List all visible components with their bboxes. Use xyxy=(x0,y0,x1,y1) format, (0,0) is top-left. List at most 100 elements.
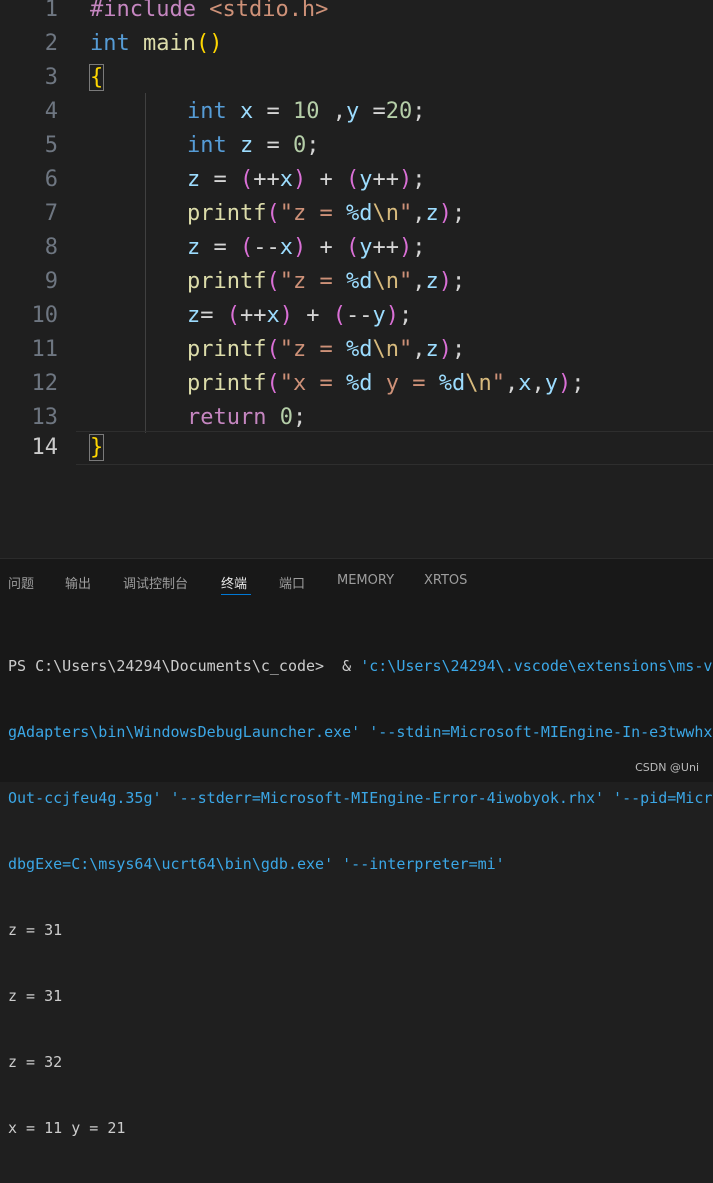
header-name: <stdio.h> xyxy=(209,0,329,22)
var-x: x xyxy=(279,235,293,260)
line-number: 3 xyxy=(44,65,58,90)
var-x: x xyxy=(266,303,280,328)
code-line[interactable]: 4 int x = 10 ,y =20; xyxy=(0,95,713,129)
operator: ++ xyxy=(372,235,400,260)
code-line[interactable]: 10 z= (++x) + (--y); xyxy=(0,299,713,333)
paren: ( xyxy=(195,31,210,56)
format-specifier: %d xyxy=(345,371,373,396)
paren: ( xyxy=(266,201,280,226)
tab-debug-console[interactable]: 调试控制台 xyxy=(123,573,188,592)
line-number: 2 xyxy=(44,31,58,56)
paren: ( xyxy=(240,235,254,260)
line-number: 5 xyxy=(44,133,58,158)
line-number: 6 xyxy=(44,167,58,192)
tab-xrtos[interactable]: XRTOS xyxy=(424,573,467,588)
code-line[interactable]: 7 printf("z = %d\n",z); xyxy=(0,197,713,231)
string-quote: " xyxy=(491,371,505,396)
function-name: main xyxy=(143,31,196,56)
format-specifier: %d xyxy=(345,201,373,226)
number: 20 xyxy=(385,99,413,124)
paren: ) xyxy=(209,31,223,56)
semicolon: ; xyxy=(451,337,466,362)
var-y: y xyxy=(544,371,558,396)
function-call: printf xyxy=(187,337,267,362)
operator: + xyxy=(306,235,346,260)
paren: ) xyxy=(399,167,413,192)
string-quote: " xyxy=(279,269,293,294)
operator: + xyxy=(306,167,346,192)
brace-open: { xyxy=(88,64,105,91)
string-quote: " xyxy=(279,337,293,362)
operator: + xyxy=(293,303,333,328)
code-line[interactable]: 6 z = (++x) + (y++); xyxy=(0,163,713,197)
comma: , xyxy=(412,337,426,362)
tab-memory[interactable]: MEMORY xyxy=(337,573,394,588)
var-z: z xyxy=(425,201,439,226)
line-number: 1 xyxy=(44,0,58,22)
code-line[interactable]: 9 printf("z = %d\n",z); xyxy=(0,265,713,299)
string-literal: y = xyxy=(372,371,439,396)
paren: ) xyxy=(293,235,307,260)
code-editor[interactable]: 1 #include <stdio.h> 2 int main() 3 { 4 … xyxy=(0,0,713,558)
terminal-output[interactable]: PS C:\Users\24294\Documents\c_code> & 'c… xyxy=(8,611,713,1183)
tab-ports[interactable]: 端口 xyxy=(279,573,305,592)
semicolon: ; xyxy=(571,371,585,396)
type-keyword: int xyxy=(187,99,227,124)
line-number: 8 xyxy=(44,235,58,260)
terminal-output-line: x = 11 y = 21 xyxy=(8,1119,126,1137)
terminal-line: gAdapters\bin\WindowsDebugLauncher.exe' … xyxy=(8,723,713,741)
var-y: y xyxy=(372,303,386,328)
semicolon: ; xyxy=(306,133,320,158)
semicolon: ; xyxy=(412,235,426,260)
string-quote: " xyxy=(279,371,293,396)
code-line[interactable]: 8 z = (--x) + (y++); xyxy=(0,231,713,265)
code-line[interactable]: 11 printf("z = %d\n",z); xyxy=(0,333,713,367)
code-line[interactable]: 13 return 0; xyxy=(0,401,713,435)
var-y: y xyxy=(359,235,373,260)
line-number: 10 xyxy=(31,303,59,328)
function-call: printf xyxy=(187,201,267,226)
var-z: z xyxy=(187,167,201,192)
var-z: z xyxy=(425,337,439,362)
terminal-output-line: z = 31 xyxy=(8,987,63,1005)
terminal-command: 'c:\Users\24294\.vscode\extensions\ms-vs xyxy=(360,657,713,675)
paren: ) xyxy=(279,303,293,328)
string-quote: " xyxy=(398,337,413,362)
comma: , xyxy=(531,371,545,396)
code-line[interactable]: 2 int main() xyxy=(0,27,713,61)
paren: ) xyxy=(438,201,452,226)
tab-output[interactable]: 输出 xyxy=(65,573,91,592)
var-x: x xyxy=(240,99,254,124)
line-number: 9 xyxy=(44,269,58,294)
escape-sequence: \n xyxy=(372,337,399,362)
tab-problems[interactable]: 问题 xyxy=(8,573,34,592)
line-number: 14 xyxy=(31,435,59,460)
function-call: printf xyxy=(187,371,267,396)
brace-close: } xyxy=(88,434,105,461)
comma: , xyxy=(319,99,346,124)
var-z: z xyxy=(187,303,201,328)
operator: ++ xyxy=(372,167,400,192)
format-specifier: %d xyxy=(438,371,466,396)
code-line[interactable]: 12 printf("x = %d y = %d\n",x,y); xyxy=(0,367,713,401)
paren: ( xyxy=(240,167,254,192)
var-z: z xyxy=(187,235,201,260)
paren: ( xyxy=(226,303,240,328)
string-quote: " xyxy=(398,201,413,226)
string-quote: " xyxy=(398,269,413,294)
var-y: y xyxy=(346,99,360,124)
operator: = xyxy=(253,133,293,158)
string-literal: z = xyxy=(292,337,346,362)
number: 0 xyxy=(279,405,293,430)
string-literal: z = xyxy=(292,201,346,226)
line-number: 4 xyxy=(44,99,58,124)
code-line[interactable]: 1 #include <stdio.h> xyxy=(0,0,713,27)
operator: -- xyxy=(253,235,280,260)
code-line[interactable]: 3 { xyxy=(0,61,713,95)
code-line[interactable]: 14 } xyxy=(0,431,713,465)
operator: = xyxy=(359,99,386,124)
var-z: z xyxy=(425,269,439,294)
code-line[interactable]: 5 int z = 0; xyxy=(0,129,713,163)
tab-terminal[interactable]: 终端 xyxy=(221,573,247,592)
paren: ) xyxy=(293,167,307,192)
